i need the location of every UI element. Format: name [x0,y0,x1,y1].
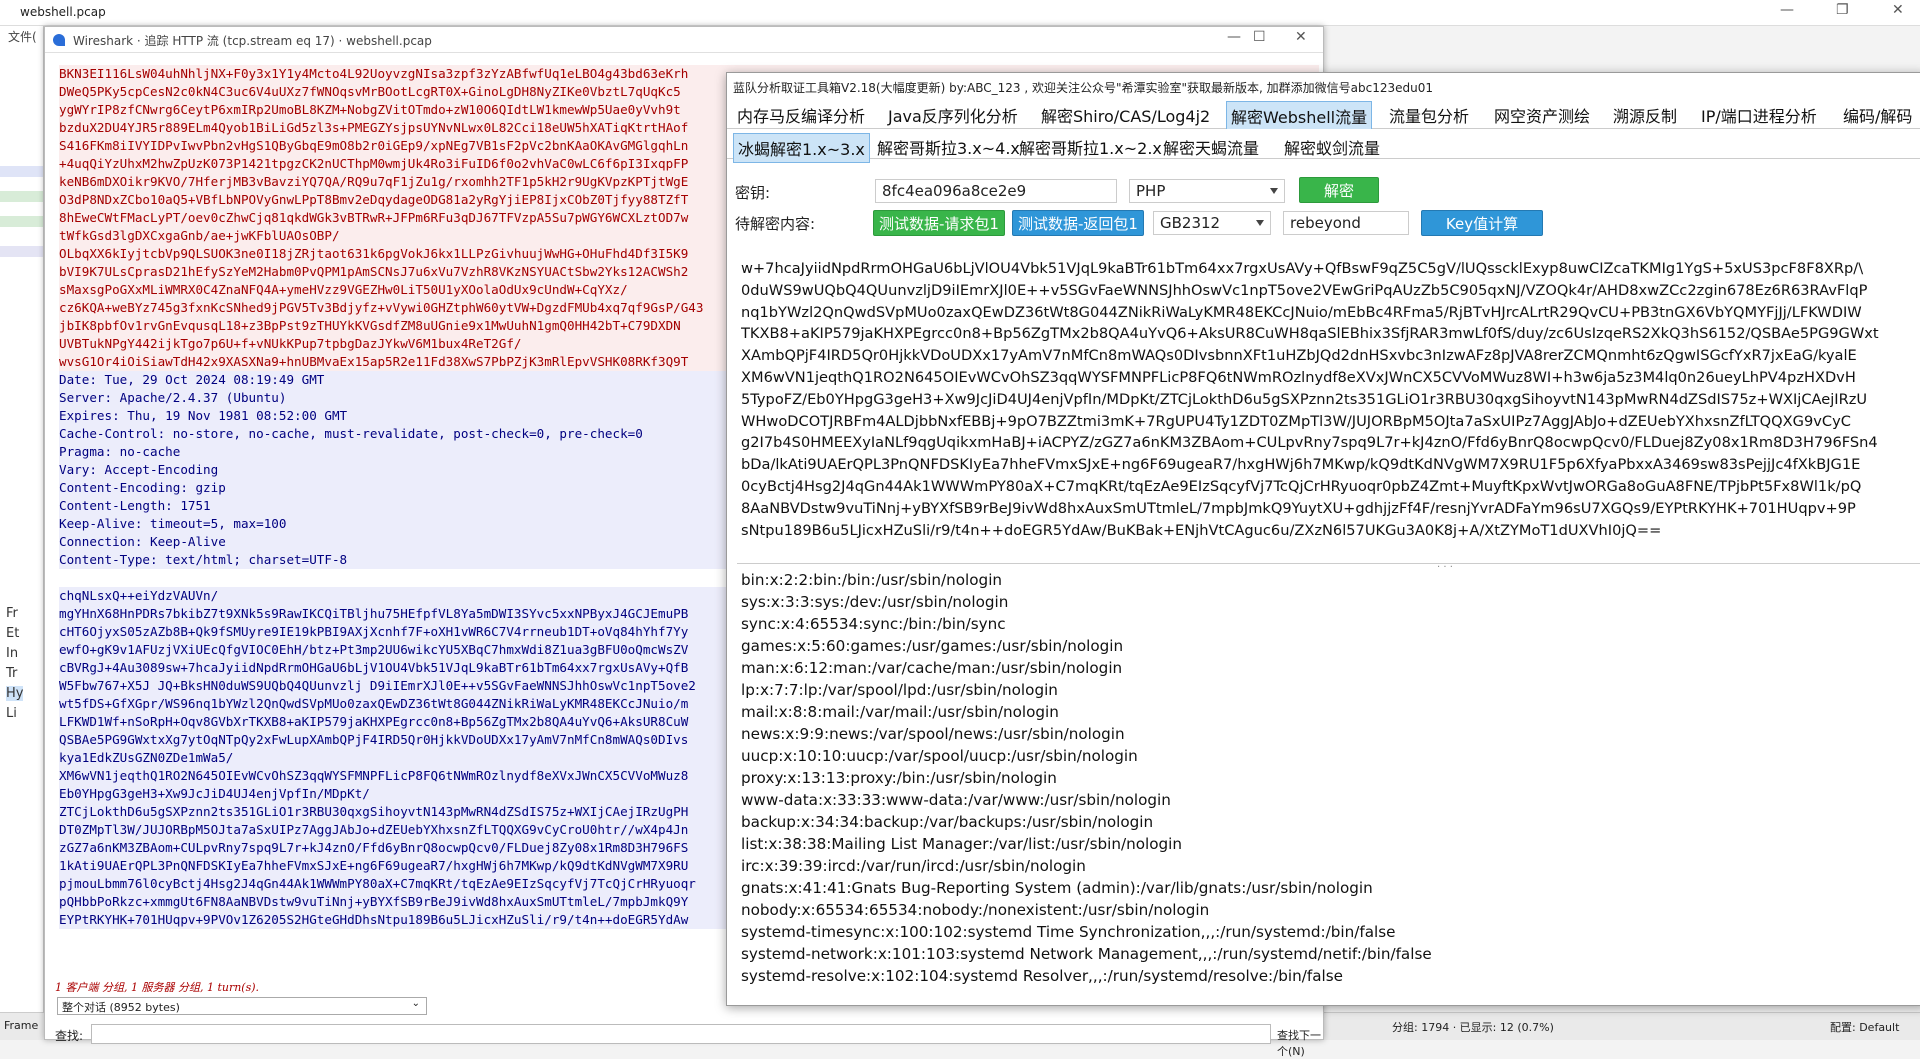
key-input[interactable]: 8fc4ea096a8ce2e9 [875,179,1117,203]
conversation-select-value: 整个对话 (8952 bytes) [62,1001,180,1014]
plaintext-line: list:x:38:38:Mailing List Manager:/var/l… [741,835,1183,853]
wireshark-logo-icon [53,34,65,46]
ciphertext-line: sNtpu189B6u5LJicxHZuSli/r9/t4n++doEGR5Yd… [741,521,1662,539]
tab-asset-mapping[interactable]: 网空资产测绘 [1490,101,1594,129]
tool-window: 蓝队分析取证工具箱V2.18(大幅度更新) by:ABC_123 , 欢迎关注公… [726,72,1920,1006]
tool-window-title: 蓝队分析取证工具箱V2.18(大幅度更新) by:ABC_123 , 欢迎关注公… [727,73,1920,97]
plaintext-line: nobody:x:65534:65534:nobody:/nonexistent… [741,901,1210,919]
language-select[interactable]: PHP [1129,179,1285,203]
close-icon[interactable]: ✕ [1892,2,1904,18]
find-next-button[interactable]: 查找下一个(N) [1277,1027,1323,1059]
follow-stream-title: Wireshark · 追踪 HTTP 流 (tcp.stream eq 17)… [73,34,432,48]
plaintext-area[interactable]: bin:x:2:2:bin:/bin:/usr/sbin/nologin sys:… [741,569,1920,1005]
minimize-icon[interactable]: — [1227,29,1241,45]
follow-stream-titlebar: Wireshark · 追踪 HTTP 流 (tcp.stream eq 17)… [45,27,1323,53]
ciphertext-area[interactable]: w+7hcaJyiidNpdRrmOHGaU6bLjVlOU4Vbk51VJqL… [741,258,1920,564]
sub-tabs: 冰蝎解密1.x~3.x 解密哥斯拉3.x~4.x 解密哥斯拉1.x~2.x 解密… [727,129,1920,163]
plaintext-line: backup:x:34:34:backup:/var/backups:/usr/… [741,813,1154,831]
plaintext-line: mail:x:8:8:mail:/var/mail:/usr/sbin/nolo… [741,703,1059,721]
chevron-down-icon: ⌄ [411,998,420,1009]
plaintext-line: www-data:x:33:33:www-data:/var/www:/usr/… [741,791,1171,809]
plaintext-line: sync:x:4:65534:sync:/bin:/bin/sync [741,615,1006,633]
test-request-button[interactable]: 测试数据-请求包1 [873,210,1005,236]
close-icon[interactable]: ✕ [1295,29,1307,45]
subtab-godzilla-1-2[interactable]: 解密哥斯拉1.x~2.x [1015,133,1166,161]
ciphertext-line: 0duWS9wUQbQ4QUunvzljD9iIEmrXJl0E++v5SGvF… [741,281,1868,299]
tab-memshell-decompile[interactable]: 内存马反编译分析 [733,101,869,129]
plaintext-line: games:x:5:60:games:/usr/games:/usr/sbin/… [741,637,1124,655]
key-label: 密钥: [735,184,771,202]
tree-item-ethernet[interactable]: Et [6,626,19,641]
chevron-down-icon [1270,188,1278,194]
ciphertext-line: XM6wVN1jeqthQ1RO2N645OIEvWCvOhSZ3qqWYSFM… [741,368,1856,386]
main-tabs: 内存马反编译分析 Java反序列化分析 解密Shiro/CAS/Log4j2 解… [727,97,1920,130]
packet-row[interactable] [0,216,43,227]
plaintext-line: systemd-network:x:101:103:systemd Networ… [741,945,1432,963]
ciphertext-line: w+7hcaJyiidNpdRrmOHGaU6bLjVlOU4Vbk51VJqL… [741,260,1864,277]
plaintext-line: news:x:9:9:news:/var/spool/news:/usr/sbi… [741,725,1125,743]
plaintext-line: gnats:x:41:41:Gnats Bug-Reporting System… [741,879,1373,897]
tab-ip-port-process[interactable]: IP/端口进程分析 [1697,101,1821,129]
plaintext-line: irc:x:39:39:ircd:/var/run/ircd:/usr/sbin… [741,857,1086,875]
subtab-behinder-1-3[interactable]: 冰蝎解密1.x~3.x [733,133,870,163]
encoding-select-value: GB2312 [1160,214,1221,232]
plaintext-line: lp:x:7:7:lp:/var/spool/lpd:/usr/sbin/nol… [741,681,1058,699]
maximize-icon[interactable]: ☐ [1253,29,1266,45]
file-menu[interactable]: 文件( [8,28,37,45]
chevron-down-icon [1256,220,1264,226]
tab-trace-back[interactable]: 溯源反制 [1609,101,1681,129]
turns-info: 1 客户端 分组, 1 服务器 分组, 1 turn(s). [55,981,260,994]
subtab-godzilla-3-4[interactable]: 解密哥斯拉3.x~4.x [873,133,1024,161]
tree-item-line[interactable]: Li [6,706,17,721]
plaintext-line: systemd-timesync:x:100:102:systemd Time … [741,923,1396,941]
plaintext-line: uucp:x:10:10:uucp:/var/spool/uucp:/usr/s… [741,747,1138,765]
main-window-left-strip: 文件( Fr Et In Tr Hy Li [0,26,44,1040]
tab-java-deserialization[interactable]: Java反序列化分析 [884,101,1022,129]
key-calc-button[interactable]: Key值计算 [1421,210,1543,236]
minimize-icon[interactable]: — [1780,2,1794,18]
tree-item-frame[interactable]: Fr [6,606,18,621]
status-frame-label: Frame [4,1019,39,1032]
plaintext-line: systemd-resolve:x:102:104:systemd Resolv… [741,967,1344,985]
ciphertext-line: XAmbQPjF4IRD5Qr0HjkkVDoUDXx17yAmV7nMfCn8… [741,347,1857,365]
packet-row[interactable] [0,191,43,202]
plaintext-line: man:x:6:12:man:/var/cache/man:/usr/sbin/… [741,659,1123,677]
packet-row[interactable] [0,166,43,177]
packet-count: 分组: 1794 · 已显示: 12 (0.7%) [1392,1021,1554,1034]
ciphertext-line: nq1bYWzl2QnQwdSVpMUo0zaxQEwDZ36tWt8G044Z… [741,303,1862,321]
ciphertext-line: bDa/lkAti9UAErQPL3PnQNFDSKIyEa7hheFVmxSJ… [741,456,1861,474]
ciphertext-line: 0cyBctj4Hsg2J4qGn44Ak1WWWmPY80aX+C7mqKRt… [741,477,1862,495]
pending-content-label: 待解密内容: [735,215,816,233]
ciphertext-line: 8AaNBVDstw9vuTiNnj+yBYXfSB9rBeJ9ivWd8hxA… [741,499,1856,517]
packet-row[interactable] [0,246,43,257]
profile-label[interactable]: 配置: Default [1830,1019,1899,1035]
tree-item-ip[interactable]: In [6,646,18,661]
test-response-button[interactable]: 测试数据-返回包1 [1012,210,1144,236]
main-window-titlebar: webshell.pcap — ❐ ✕ [0,0,1920,26]
ciphertext-line: 5TypoFZ/Eb0YHpgG3geH3+Xw9JcJiD4UJ4enjVpf… [741,390,1868,408]
tab-encode-decode[interactable]: 编码/解码 [1839,101,1916,129]
language-select-value: PHP [1136,182,1166,200]
decrypt-button[interactable]: 解密 [1299,177,1379,203]
ciphertext-line: WHwoDCOTJRBFm4ALDjbbNxfEBBj+9pO7BZZtmi3m… [741,412,1851,430]
ciphertext-line: g2I7b4S0HMEEXyIaNLf9qgUqikxmHaBJ+iACPYZ/… [741,434,1878,452]
conversation-select[interactable]: 整个对话 (8952 bytes) ⌄ [57,997,427,1015]
subtab-antsword[interactable]: 解密蚁剑流量 [1280,133,1384,161]
encoding-select[interactable]: GB2312 [1153,211,1271,235]
plaintext-line: proxy:x:13:13:proxy:/bin:/usr/sbin/nolog… [741,769,1057,787]
ciphertext-line: TKXB8+aKIP579jaKHXPEgrcc0n8+Bp56ZgTMx2b8… [741,325,1879,343]
plaintext-line: bin:x:2:2:bin:/bin:/usr/sbin/nologin [741,571,1003,589]
maximize-icon[interactable]: ❐ [1836,2,1849,18]
password-input[interactable]: rebeyond [1283,211,1409,235]
tab-packet-analysis[interactable]: 流量包分析 [1385,101,1473,129]
find-label: 查找: [55,1029,84,1043]
find-input[interactable] [91,1024,1271,1044]
tab-decrypt-webshell[interactable]: 解密Webshell流量 [1226,101,1373,130]
tree-item-http[interactable]: Hy [6,686,24,701]
tree-item-tcp[interactable]: Tr [6,666,17,681]
tab-decrypt-shiro[interactable]: 解密Shiro/CAS/Log4j2 [1037,101,1214,129]
plaintext-line: sys:x:3:3:sys:/dev:/usr/sbin/nologin [741,593,1009,611]
subtab-tianxie[interactable]: 解密天蝎流量 [1159,133,1263,161]
main-window-title: webshell.pcap [20,5,106,19]
